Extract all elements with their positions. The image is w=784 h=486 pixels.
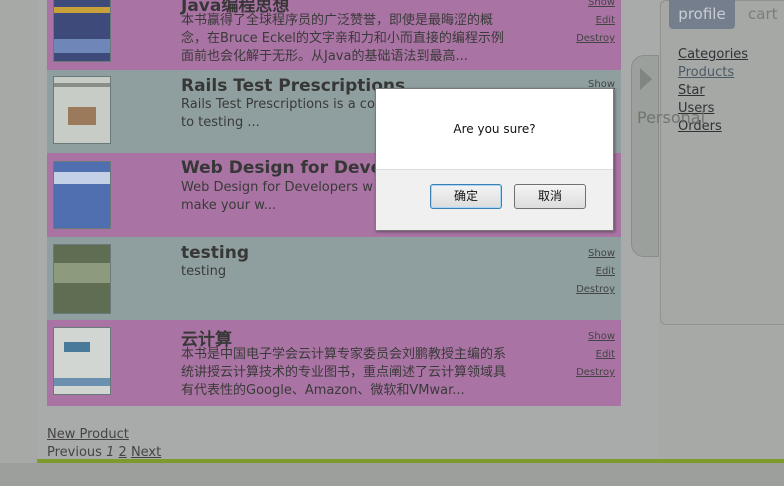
product-cover-image xyxy=(53,76,111,144)
tab-cart[interactable]: cart xyxy=(742,0,784,29)
pagination-next[interactable]: Next xyxy=(131,445,161,460)
edit-link[interactable]: Edit xyxy=(565,263,615,281)
show-link[interactable]: Show xyxy=(565,328,615,346)
new-product-link[interactable]: New Product xyxy=(47,427,129,442)
personal-slide-tab[interactable]: Personal xyxy=(631,55,705,257)
edit-link[interactable]: Edit xyxy=(565,12,615,30)
show-link[interactable]: Show xyxy=(565,0,615,12)
list-footer: New Product Previous 1 2 Next xyxy=(47,426,161,462)
dialog-footer: 确定 取消 xyxy=(376,169,613,230)
sidebar-item-products[interactable]: Products xyxy=(678,64,748,82)
edit-link[interactable]: Edit xyxy=(565,346,615,364)
destroy-link[interactable]: Destroy xyxy=(565,281,615,299)
ok-button[interactable]: 确定 xyxy=(430,184,502,209)
tab-profile[interactable]: profile xyxy=(669,0,735,29)
pagination-previous: Previous xyxy=(47,445,102,460)
sidebar-item-star[interactable]: Star xyxy=(678,82,748,100)
confirm-dialog: Are you sure? 确定 取消 xyxy=(375,88,614,231)
product-row: 云计算 本书是中国电子学会云计算专家委员会刘鹏教授主编的系统讲授云计算技术的专业… xyxy=(47,320,621,406)
footer xyxy=(0,463,784,486)
cancel-button[interactable]: 取消 xyxy=(514,184,586,209)
product-actions: Show Edit Destroy xyxy=(565,245,615,299)
dialog-message: Are you sure? xyxy=(453,122,536,136)
product-cover-image xyxy=(53,327,111,395)
personal-label: Personal xyxy=(637,108,705,127)
product-cover-image xyxy=(53,244,111,314)
product-title: Web Design for Devel xyxy=(181,158,388,178)
product-description: Rails Test Prescriptions is a co to test… xyxy=(181,97,375,130)
product-cover-image xyxy=(53,161,111,229)
product-row: testing testing Show Edit Destroy xyxy=(47,237,621,320)
product-cover-image xyxy=(53,0,111,62)
product-description: 本书是中国电子学会云计算专家委员会刘鹏教授主编的系统讲授云计算技术的专业图书，重… xyxy=(181,347,507,398)
pagination-current-page: 1 xyxy=(106,445,115,460)
product-description: 本书赢得了全球程序员的广泛赞誉，即使是最晦涩的概念，在Bruce Eckel的文… xyxy=(181,13,504,64)
product-row: Java编程思想 本书赢得了全球程序员的广泛赞誉，即使是最晦涩的概念，在Bruc… xyxy=(47,0,621,70)
pagination-page-2[interactable]: 2 xyxy=(119,445,127,460)
product-title: testing xyxy=(181,243,249,263)
product-description: Web Design for Developers w make your w.… xyxy=(181,180,373,213)
sidebar-item-categories[interactable]: Categories xyxy=(678,46,748,64)
product-actions: Show Edit Destroy xyxy=(565,0,615,48)
show-link[interactable]: Show xyxy=(565,245,615,263)
product-description: testing xyxy=(181,264,227,279)
product-actions: Show Edit Destroy xyxy=(565,328,615,382)
destroy-link[interactable]: Destroy xyxy=(565,30,615,48)
destroy-link[interactable]: Destroy xyxy=(565,364,615,382)
expand-arrow-icon xyxy=(640,68,652,90)
product-title: Rails Test Prescriptions xyxy=(181,76,406,96)
